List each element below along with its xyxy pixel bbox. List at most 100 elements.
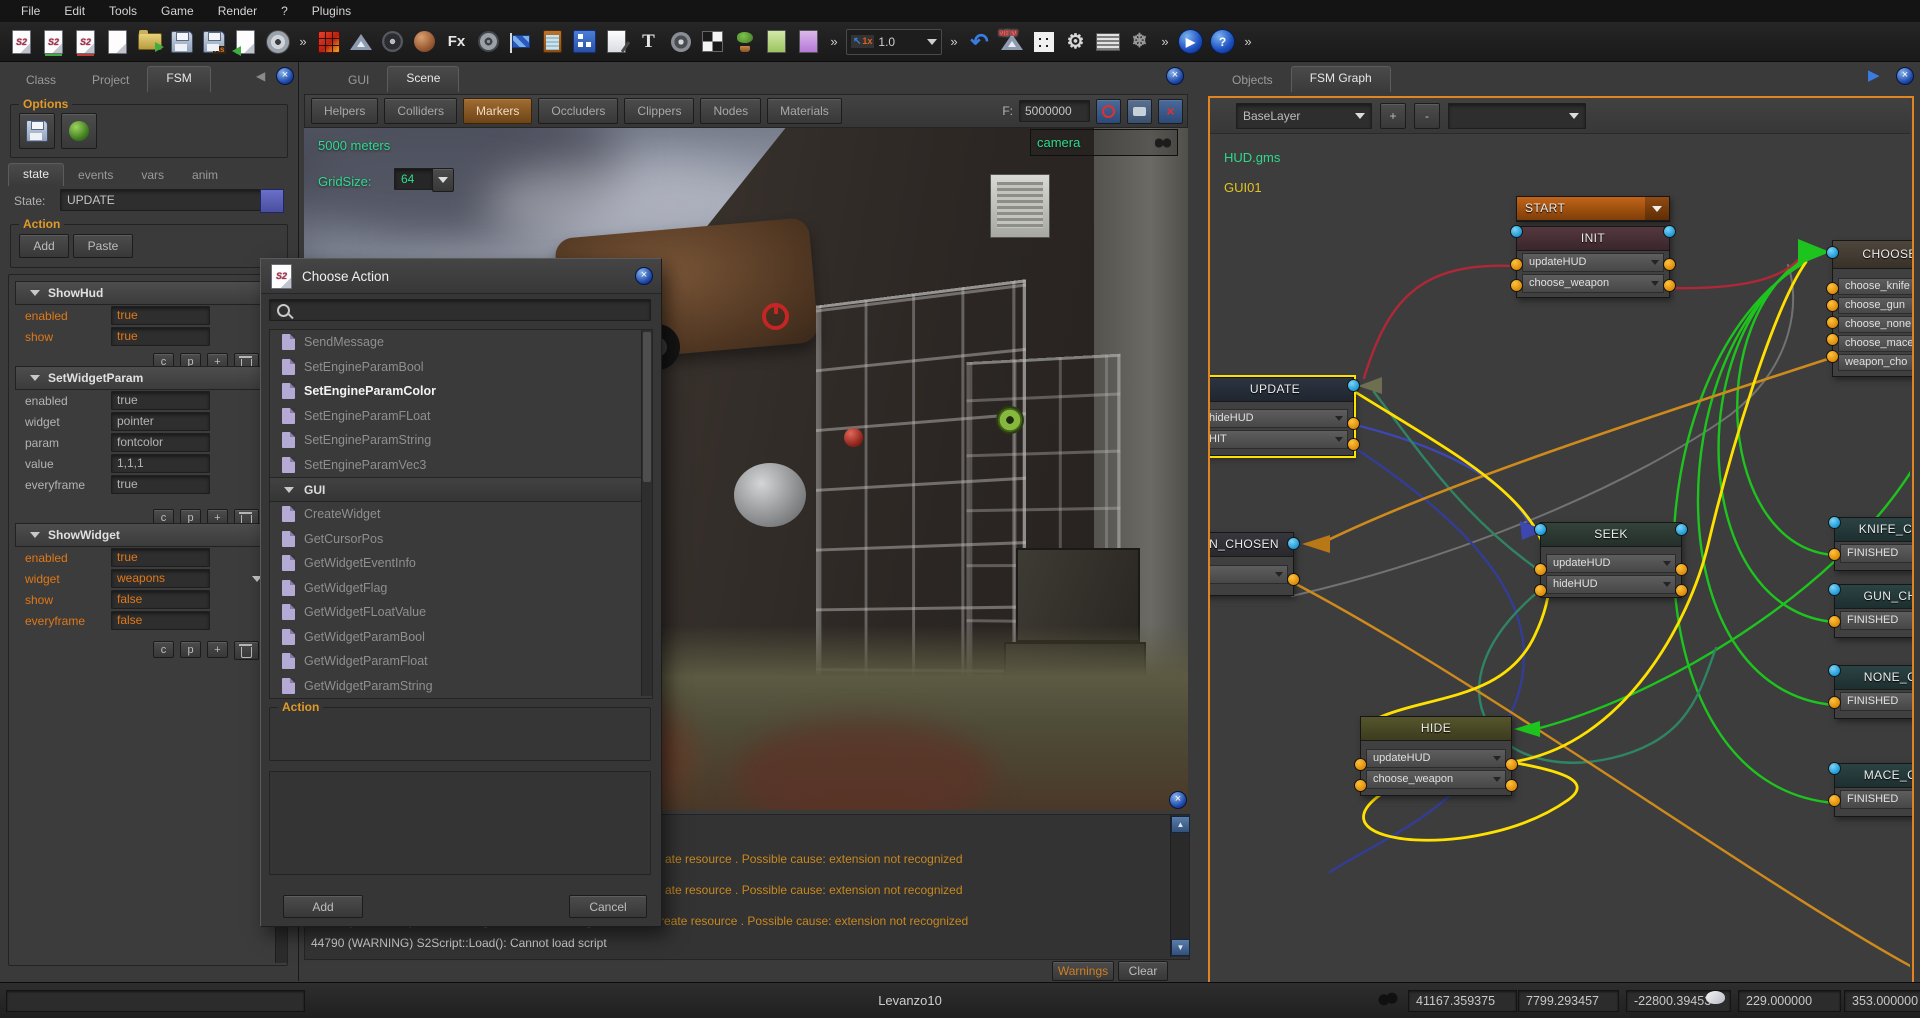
event-port[interactable] [1510, 258, 1523, 271]
grid-icon[interactable] [1030, 28, 1057, 55]
save-as-icon[interactable]: As [200, 28, 227, 55]
filter-helpers[interactable]: Helpers [311, 98, 378, 124]
node-row[interactable]: updateHUD [1366, 749, 1506, 768]
open-folder-icon[interactable] [136, 28, 163, 55]
toolbar-overflow-icon[interactable]: » [1158, 34, 1172, 49]
node-row[interactable]: choose_gun [1838, 297, 1914, 314]
action-item[interactable]: GetCursorPos [270, 527, 652, 552]
node-row[interactable] [1208, 565, 1288, 584]
event-port[interactable] [1347, 438, 1360, 451]
fsm-node-choose-weapon[interactable]: CHOOSE_W choose_knife choose_gun choose_… [1832, 240, 1914, 377]
tab-fsm-graph[interactable]: FSM Graph [1291, 66, 1391, 92]
graph-play-icon[interactable]: ▶ [1868, 66, 1880, 84]
dialog-close-icon[interactable]: × [635, 267, 653, 285]
event-port[interactable] [1354, 758, 1367, 771]
prop-value[interactable]: fontcolor [111, 433, 210, 452]
collapse-panel-icon[interactable]: ◀ [256, 69, 265, 83]
s2-project-icon[interactable]: S2 [8, 28, 35, 55]
s2-open-project-icon[interactable]: S2 [40, 28, 67, 55]
fsm-node-gun[interactable]: GUN_CH FINISHED [1834, 584, 1914, 638]
collapse-icon[interactable] [30, 290, 40, 296]
action-item[interactable]: SetEngineParamFLoat [270, 404, 652, 429]
wheel-icon[interactable] [379, 28, 406, 55]
action-item[interactable]: GetWidgetParamString [270, 674, 652, 699]
group-header[interactable]: SetWidgetParam [15, 366, 273, 390]
camera-delete-icon[interactable]: × [1158, 99, 1183, 124]
tab-class[interactable]: Class [8, 69, 74, 92]
prop-value[interactable]: true [111, 548, 210, 567]
tab-gui[interactable]: GUI [330, 69, 387, 92]
event-port[interactable] [1663, 279, 1676, 292]
event-port[interactable] [1505, 779, 1518, 792]
clear-log-button[interactable]: Clear [1118, 961, 1168, 981]
fsm-node-seek[interactable]: SEEK updateHUD hideHUD [1540, 522, 1682, 598]
terrain-icon[interactable] [347, 28, 374, 55]
rubik-cube-icon[interactable] [315, 28, 342, 55]
action-item-selected[interactable]: SetEngineParamColor [270, 379, 652, 404]
eye-marker-gizmo[interactable] [996, 406, 1024, 434]
node-row[interactable]: choose_mace [1838, 335, 1914, 352]
prop-value[interactable]: 1,1,1 [111, 454, 210, 473]
node-row[interactable]: choose_knife [1838, 278, 1914, 295]
gridsize-value[interactable]: 64 [394, 168, 434, 190]
action-item[interactable]: GetWidgetParamFloat [270, 649, 652, 674]
fsm-node-none[interactable]: NONE_C FINISHED [1834, 665, 1914, 719]
save-fsm-button[interactable] [19, 113, 55, 149]
toolbar-overflow-icon[interactable]: » [296, 34, 310, 49]
bonsai-icon[interactable] [731, 28, 758, 55]
action-item[interactable]: GetWidgetFLoatValue [270, 600, 652, 625]
state-in-port[interactable] [1828, 583, 1841, 596]
camera-view-icon[interactable] [1127, 99, 1152, 124]
event-port[interactable] [1826, 350, 1839, 363]
fsm-node-hide[interactable]: HIDE updateHUD choose_weapon [1360, 716, 1512, 796]
menu-edit[interactable]: Edit [53, 4, 96, 18]
fsm-node-knife[interactable]: KNIFE_CH FINISHED [1834, 517, 1914, 571]
warnings-button[interactable]: Warnings [1052, 961, 1114, 981]
event-port[interactable] [1510, 279, 1523, 292]
tab-objects[interactable]: Objects [1214, 69, 1291, 92]
prop-value[interactable]: true [111, 475, 210, 494]
filter-colliders[interactable]: Colliders [384, 98, 457, 124]
node-row[interactable]: choose_none [1838, 316, 1914, 333]
log-close-icon[interactable]: × [1169, 791, 1187, 809]
action-search-input[interactable] [269, 299, 651, 321]
dialog-add-button[interactable]: Add [283, 895, 363, 918]
tab-project[interactable]: Project [74, 69, 147, 92]
menu-plugins[interactable]: Plugins [301, 4, 362, 18]
hierarchy-icon[interactable] [571, 28, 598, 55]
log-scrollbar[interactable]: ▲ ▼ [1170, 815, 1189, 957]
action-item[interactable]: GetWidgetEventInfo [270, 551, 652, 576]
state-in-port[interactable] [1828, 516, 1841, 529]
play-icon[interactable]: ▶ [1177, 28, 1204, 55]
state-out-port[interactable] [1663, 225, 1676, 238]
collapse-icon[interactable] [30, 532, 40, 538]
prop-value[interactable]: false [111, 611, 210, 630]
state-in-port[interactable] [1828, 762, 1841, 775]
f-value-input[interactable]: 5000000 [1019, 100, 1090, 122]
note-green-icon[interactable] [763, 28, 790, 55]
collapse-icon[interactable] [30, 375, 40, 381]
event-port[interactable] [1675, 584, 1688, 597]
delete-button[interactable] [234, 641, 259, 660]
film-reel-icon[interactable] [475, 28, 502, 55]
flag-icon[interactable] [507, 28, 534, 55]
state-color-swatch[interactable] [260, 189, 284, 213]
paste-button[interactable]: p [180, 641, 201, 658]
panel-close-icon[interactable]: × [1166, 67, 1184, 85]
help-icon[interactable]: ? [1209, 28, 1236, 55]
panel-close-icon[interactable]: × [1896, 67, 1914, 85]
fx-icon[interactable]: Fx [443, 28, 470, 55]
gear-icon[interactable]: ⚙ [1062, 28, 1089, 55]
event-port[interactable] [1828, 548, 1841, 561]
event-port[interactable] [1534, 584, 1547, 597]
action-item[interactable]: SendMessage [270, 330, 652, 355]
event-port[interactable] [1675, 563, 1688, 576]
snowflake-icon[interactable]: ❄ [1126, 28, 1153, 55]
dialog-titlebar[interactable]: S2 Choose Action × [261, 259, 661, 294]
node-row[interactable]: updateHUD [1546, 554, 1676, 573]
group-header[interactable]: ShowWidget [15, 523, 273, 547]
chevron-down-icon[interactable] [1645, 197, 1669, 220]
sphere-marker-gizmo[interactable] [844, 428, 863, 447]
state-out-port[interactable] [1675, 523, 1688, 536]
event-port[interactable] [1826, 333, 1839, 346]
